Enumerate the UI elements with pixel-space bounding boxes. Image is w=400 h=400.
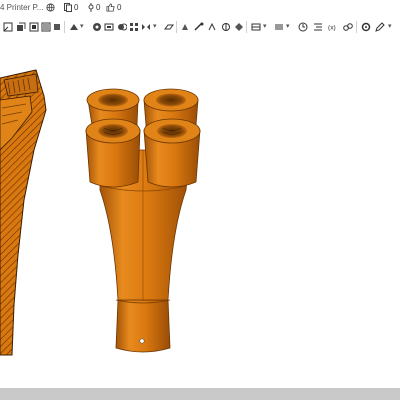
sweep-icon[interactable]	[41, 22, 51, 32]
branch-icon	[64, 3, 72, 12]
chevron-down-icon[interactable]: ▾	[263, 22, 267, 30]
assembly-icon[interactable]	[180, 22, 190, 32]
versions-stat[interactable]: 0	[88, 3, 100, 12]
versions-count: 0	[96, 3, 101, 12]
align-icon[interactable]	[313, 22, 323, 32]
origin-marker-icon[interactable]	[139, 338, 145, 344]
chamfer-icon[interactable]	[69, 22, 79, 32]
document-header: 4 Printer P... 0 0 0	[0, 0, 400, 18]
likes-stat[interactable]: 0	[106, 3, 121, 12]
settings-icon[interactable]	[361, 22, 371, 32]
pattern-icon[interactable]	[129, 22, 139, 32]
shell-icon[interactable]	[104, 22, 114, 32]
section-icon[interactable]	[207, 22, 217, 32]
version-pin-icon	[88, 3, 94, 12]
document-title[interactable]: 4 Printer P...	[0, 3, 43, 12]
bottom-tab-bar[interactable]	[0, 388, 400, 400]
fillet-icon[interactable]	[52, 22, 62, 32]
nozzle-manifold-part	[85, 88, 201, 353]
branches-count: 0	[74, 3, 79, 12]
extrude-icon[interactable]	[16, 22, 26, 32]
appearance-icon[interactable]	[234, 22, 244, 32]
measure-icon[interactable]	[194, 22, 204, 32]
chevron-down-icon[interactable]: ▾	[80, 22, 84, 30]
explode-icon[interactable]	[274, 22, 284, 32]
variable-icon[interactable]: (x)	[328, 22, 338, 32]
gears-icon[interactable]	[343, 22, 353, 32]
clock-icon[interactable]	[298, 22, 308, 32]
render-icon[interactable]	[221, 22, 231, 32]
branches-stat[interactable]: 0	[64, 3, 78, 12]
pencil-icon[interactable]	[375, 22, 385, 32]
chevron-down-icon[interactable]: ▾	[286, 22, 290, 30]
thumbs-up-icon	[106, 3, 115, 12]
svg-text:(x): (x)	[328, 25, 336, 32]
section-view-part	[0, 69, 47, 356]
hole-icon[interactable]	[92, 22, 102, 32]
mirror-icon[interactable]	[141, 22, 151, 32]
graphics-viewport[interactable]	[0, 36, 400, 386]
revolve-icon[interactable]	[29, 22, 39, 32]
chevron-down-icon[interactable]: ▾	[153, 22, 157, 30]
likes-count: 0	[117, 3, 122, 12]
model-render	[0, 69, 201, 356]
plane-icon[interactable]	[164, 22, 174, 32]
sketch-icon[interactable]	[3, 22, 13, 32]
chevron-down-icon[interactable]: ▾	[388, 22, 392, 30]
feature-toolbar: ▾ ▾ ▾ ▾ (x) ▾	[0, 18, 400, 37]
globe-share-icon[interactable]	[46, 3, 55, 12]
boolean-icon[interactable]	[117, 22, 127, 32]
mate-icon[interactable]	[251, 22, 261, 32]
